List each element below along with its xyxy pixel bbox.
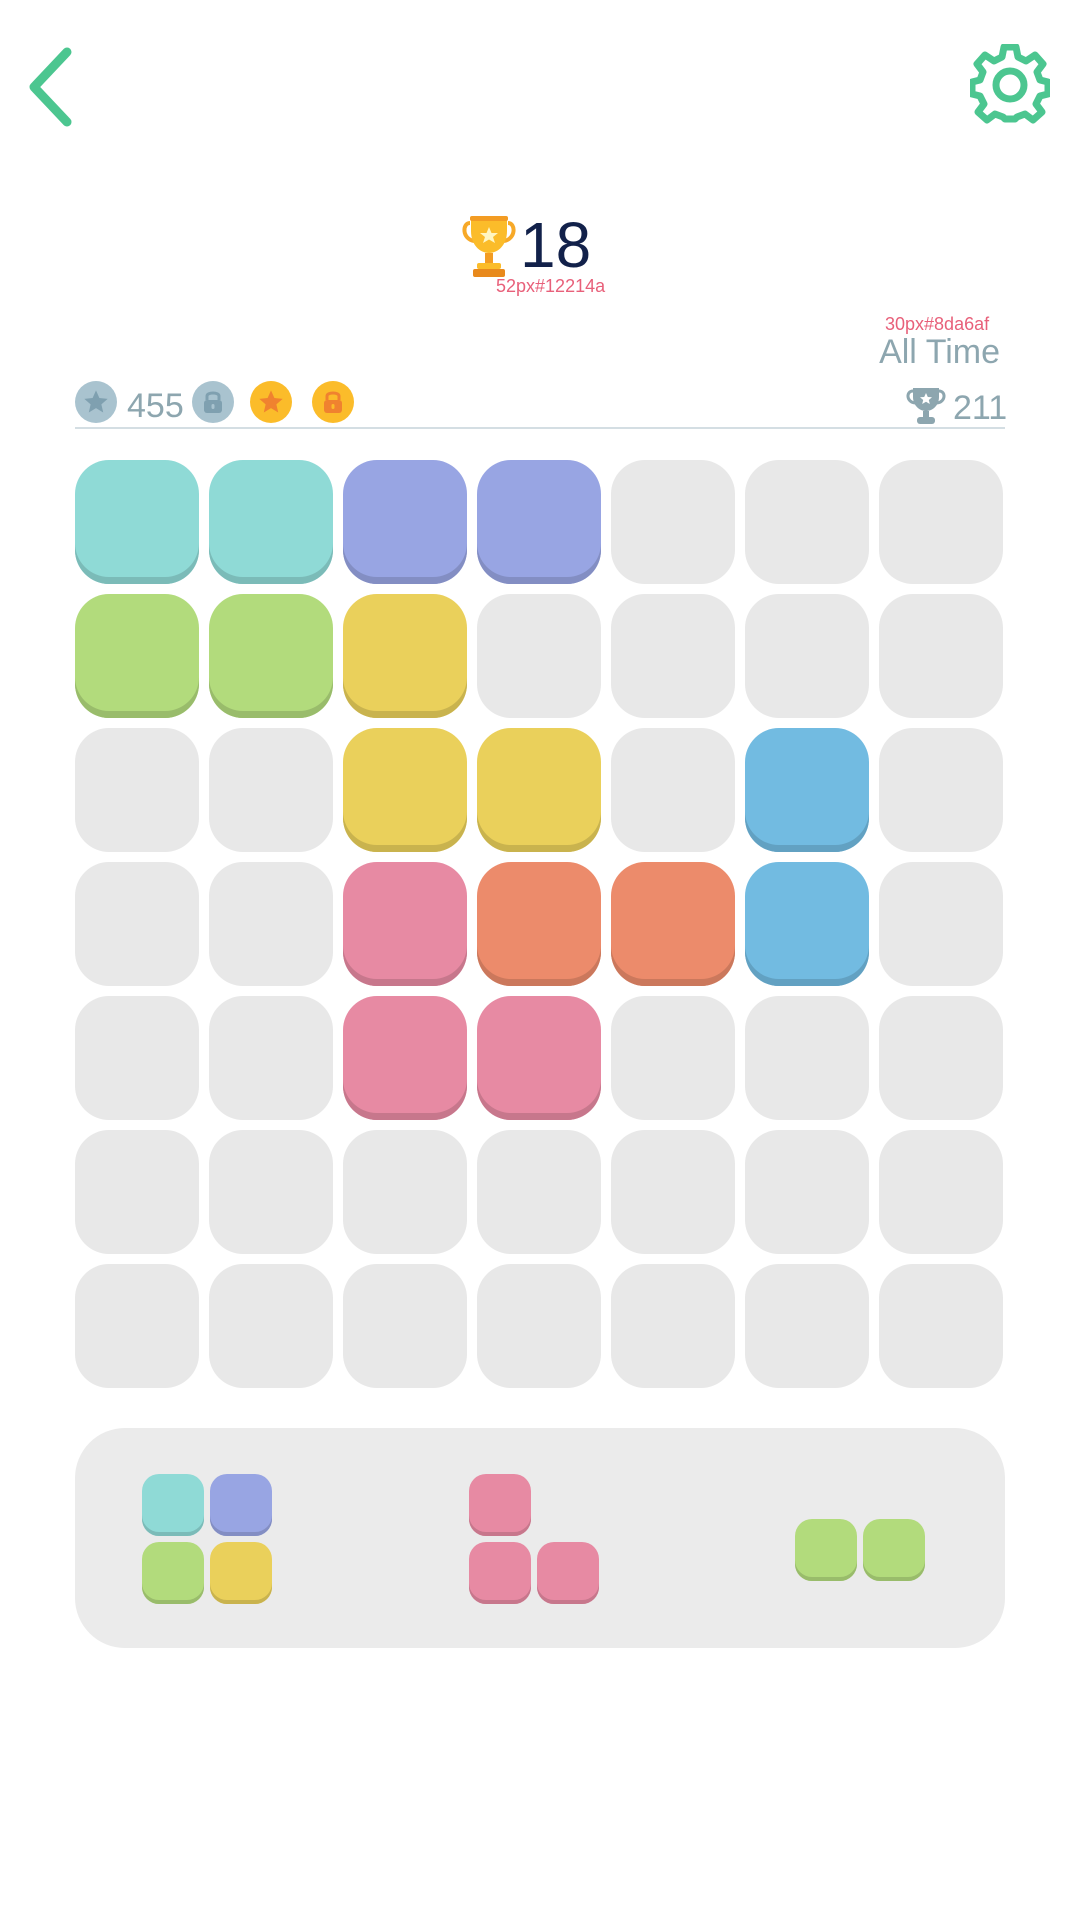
back-button[interactable] [22, 42, 82, 132]
board-cell-blue[interactable] [745, 728, 869, 852]
piece-block-pink [537, 1542, 599, 1604]
board-cell-empty[interactable] [879, 728, 1003, 852]
board-cell-empty[interactable] [879, 996, 1003, 1120]
board-cell-purple[interactable] [477, 460, 601, 584]
piece-block-pink [469, 1474, 531, 1536]
gear-icon [968, 43, 1052, 124]
piece-block-teal [142, 1474, 204, 1536]
board-cell-empty[interactable] [879, 1264, 1003, 1388]
board-cell-empty[interactable] [209, 1264, 333, 1388]
board-cell-pink[interactable] [477, 996, 601, 1120]
board-cell-teal[interactable] [75, 460, 199, 584]
piece-block-green [142, 1542, 204, 1604]
board-cell-empty[interactable] [879, 460, 1003, 584]
current-score: 18 [520, 209, 592, 281]
gold-lock-button[interactable] [312, 381, 354, 423]
board-cell-empty[interactable] [343, 1130, 467, 1254]
piece-block-yellow [210, 1542, 272, 1604]
trophy-icon [462, 215, 516, 279]
board-cell-green[interactable] [75, 594, 199, 718]
chevron-left-icon [29, 47, 72, 127]
board-cell-empty[interactable] [75, 862, 199, 986]
board-cell-purple[interactable] [343, 460, 467, 584]
board-cell-empty[interactable] [75, 996, 199, 1120]
piece-block-purple [210, 1474, 272, 1536]
board-cell-pink[interactable] [343, 862, 467, 986]
board-cell-empty[interactable] [75, 1264, 199, 1388]
board-cell-empty[interactable] [879, 594, 1003, 718]
board-cell-empty[interactable] [75, 1130, 199, 1254]
lock-icon [204, 391, 222, 413]
board-cell-yellow[interactable] [477, 728, 601, 852]
board-cell-orange[interactable] [611, 862, 735, 986]
board-cell-blue[interactable] [745, 862, 869, 986]
board-cell-empty[interactable] [745, 594, 869, 718]
settings-button[interactable] [968, 43, 1080, 154]
board-cell-yellow[interactable] [343, 728, 467, 852]
board-cell-empty[interactable] [209, 862, 333, 986]
lock-icon [324, 391, 342, 413]
star-icon [259, 390, 283, 413]
board-cell-empty[interactable] [209, 996, 333, 1120]
game-board[interactable] [75, 460, 1005, 1388]
all-time-label: All Time [879, 333, 1000, 371]
board-cell-empty[interactable] [343, 1264, 467, 1388]
piece-block-pink [469, 1542, 531, 1604]
board-cell-empty[interactable] [209, 728, 333, 852]
board-cell-empty[interactable] [611, 594, 735, 718]
score-annotation: 52px#12214a [496, 276, 606, 296]
board-cell-empty[interactable] [209, 1130, 333, 1254]
board-cell-empty[interactable] [477, 1130, 601, 1254]
board-cell-empty[interactable] [745, 996, 869, 1120]
board-cell-empty[interactable] [611, 1130, 735, 1254]
board-cell-green[interactable] [209, 594, 333, 718]
board-cell-empty[interactable] [745, 1264, 869, 1388]
board-cell-teal[interactable] [209, 460, 333, 584]
board-cell-empty[interactable] [611, 728, 735, 852]
board-cell-empty[interactable] [611, 1264, 735, 1388]
board-cell-yellow[interactable] [343, 594, 467, 718]
trophy-icon [906, 386, 946, 426]
lock-badge [192, 381, 234, 423]
board-cell-empty[interactable] [75, 728, 199, 852]
board-cell-empty[interactable] [611, 996, 735, 1120]
piece-block-green [863, 1519, 925, 1581]
star-icon [84, 390, 108, 413]
board-cell-empty[interactable] [477, 594, 601, 718]
best-score: 211 [953, 389, 1008, 427]
piece-block-green [795, 1519, 857, 1581]
board-cell-pink[interactable] [343, 996, 467, 1120]
stars-count: 455 [127, 387, 184, 425]
gold-star-button[interactable] [250, 381, 292, 423]
piece-tray [75, 1428, 1005, 1648]
board-cell-orange[interactable] [477, 862, 601, 986]
divider [75, 427, 1005, 429]
board-cell-empty[interactable] [879, 1130, 1003, 1254]
board-cell-empty[interactable] [611, 460, 735, 584]
board-cell-empty[interactable] [745, 460, 869, 584]
stars-badge [75, 381, 117, 423]
board-cell-empty[interactable] [477, 1264, 601, 1388]
board-cell-empty[interactable] [745, 1130, 869, 1254]
board-cell-empty[interactable] [879, 862, 1003, 986]
